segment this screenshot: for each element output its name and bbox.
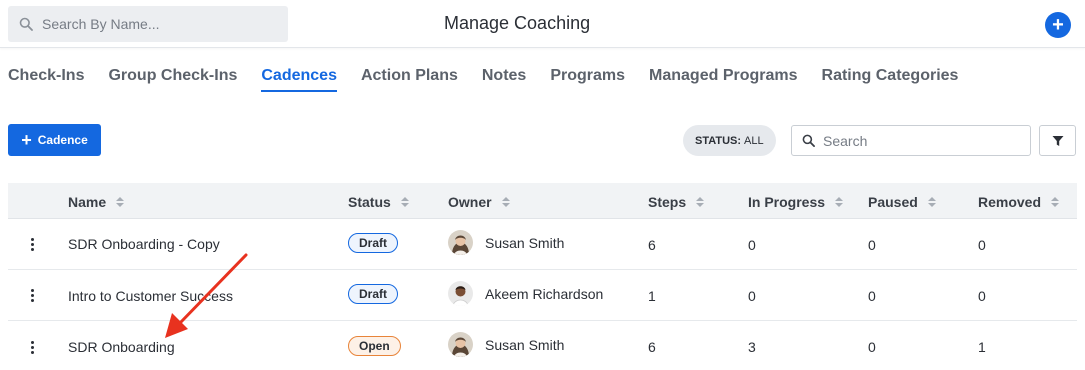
cadence-name-link[interactable]: SDR Onboarding: [68, 339, 175, 355]
in-progress-value: 3: [748, 339, 756, 355]
sort-icon: [116, 197, 125, 207]
table-header: Name Status Owner Steps In Progress Paus…: [8, 183, 1077, 219]
column-header-name[interactable]: Name: [68, 194, 125, 210]
cadence-name-link[interactable]: SDR Onboarding - Copy: [68, 236, 220, 252]
sort-icon: [835, 197, 844, 207]
column-label: Status: [348, 194, 391, 210]
paused-value: 0: [868, 339, 876, 355]
table-row[interactable]: SDR Onboarding Open Susan Smith 6 3 0 1: [8, 321, 1077, 370]
table-row[interactable]: SDR Onboarding - Copy Draft Susan Smith …: [8, 219, 1077, 270]
removed-value: 0: [978, 288, 986, 304]
tab-managed-programs[interactable]: Managed Programs: [649, 67, 797, 92]
steps-value: 6: [648, 339, 656, 355]
add-cadence-label: Cadence: [37, 133, 88, 147]
sort-icon: [1051, 197, 1060, 207]
add-button[interactable]: +: [1045, 12, 1071, 38]
owner-name: Susan Smith: [485, 337, 565, 353]
removed-value: 1: [978, 339, 986, 355]
sort-icon: [501, 197, 510, 207]
column-header-paused[interactable]: Paused: [868, 194, 936, 210]
paused-value: 0: [868, 288, 876, 304]
status-filter-pill[interactable]: STATUS: ALL: [683, 125, 776, 156]
column-header-status[interactable]: Status: [348, 194, 409, 210]
tab-group-check-ins[interactable]: Group Check-Ins: [108, 67, 237, 92]
column-label: In Progress: [748, 194, 826, 210]
column-header-in-progress[interactable]: In Progress: [748, 194, 844, 210]
cadence-name-link[interactable]: Intro to Customer Success: [68, 288, 233, 304]
column-label: Removed: [978, 194, 1042, 210]
avatar: [448, 230, 473, 255]
filter-button[interactable]: [1039, 125, 1076, 156]
more-options-icon[interactable]: [29, 289, 35, 304]
status-filter-key: STATUS:: [695, 134, 742, 147]
steps-value: 1: [648, 288, 656, 304]
table-row[interactable]: Intro to Customer Success Draft Akeem Ri…: [8, 270, 1077, 321]
more-options-icon[interactable]: [29, 238, 35, 253]
column-label: Steps: [648, 194, 687, 210]
more-options-icon[interactable]: [29, 341, 35, 356]
column-label: Paused: [868, 194, 918, 210]
status-badge: Draft: [348, 284, 399, 304]
removed-value: 0: [978, 237, 986, 253]
coaching-tabs: Check-Ins Group Check-Ins Cadences Actio…: [8, 67, 982, 92]
owner-name: Susan Smith: [485, 235, 565, 251]
tab-rating-categories[interactable]: Rating Categories: [822, 67, 959, 92]
steps-value: 6: [648, 237, 656, 253]
column-label: Owner: [448, 194, 492, 210]
avatar: [448, 332, 473, 357]
plus-icon: +: [21, 130, 32, 150]
page-title: Manage Coaching: [444, 13, 591, 33]
in-progress-value: 0: [748, 288, 756, 304]
plus-icon: +: [1052, 14, 1064, 36]
sort-icon: [400, 197, 409, 207]
table-search-input[interactable]: [823, 132, 1023, 149]
top-bar: Manage Coaching +: [0, 0, 1085, 48]
column-header-steps[interactable]: Steps: [648, 194, 705, 210]
status-filter-value: ALL: [744, 134, 764, 147]
sort-icon: [927, 197, 936, 207]
tab-check-ins[interactable]: Check-Ins: [8, 67, 84, 92]
search-icon: [802, 134, 815, 147]
column-header-removed[interactable]: Removed: [978, 194, 1060, 210]
global-search-box[interactable]: [8, 6, 288, 42]
search-icon: [19, 17, 33, 31]
in-progress-value: 0: [748, 237, 756, 253]
column-label: Name: [68, 194, 107, 210]
tab-notes[interactable]: Notes: [482, 67, 526, 92]
add-cadence-button[interactable]: + Cadence: [8, 124, 101, 156]
tab-action-plans[interactable]: Action Plans: [361, 67, 458, 92]
paused-value: 0: [868, 237, 876, 253]
filter-icon: [1052, 135, 1063, 146]
owner-name: Akeem Richardson: [485, 286, 604, 302]
column-header-owner[interactable]: Owner: [448, 194, 510, 210]
sort-icon: [696, 197, 705, 207]
status-badge: Open: [348, 336, 401, 356]
table-search-box[interactable]: [791, 125, 1031, 156]
status-badge: Draft: [348, 233, 399, 253]
tab-cadences[interactable]: Cadences: [261, 67, 337, 92]
global-search-input[interactable]: [42, 16, 272, 32]
avatar: [448, 281, 473, 306]
tab-programs[interactable]: Programs: [550, 67, 625, 92]
